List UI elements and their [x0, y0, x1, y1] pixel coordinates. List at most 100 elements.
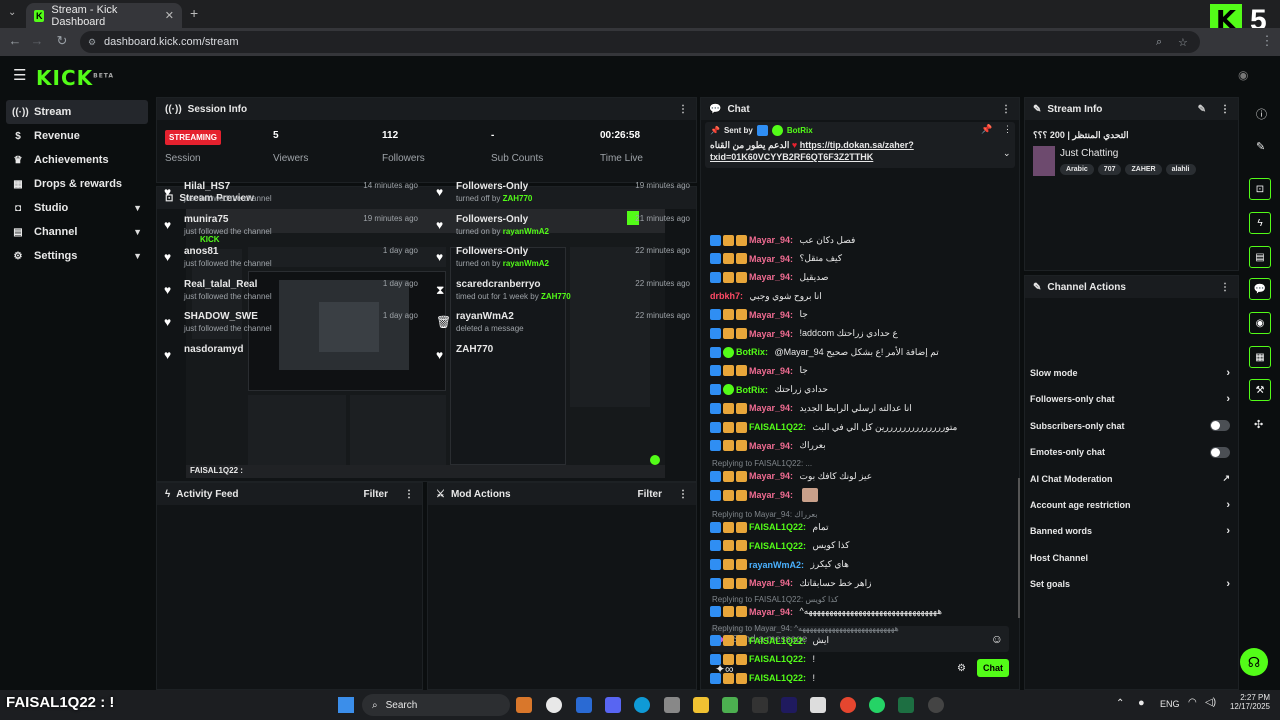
- discord-icon[interactable]: [605, 697, 621, 713]
- chat-username[interactable]: FAISAL1Q22:: [749, 636, 806, 646]
- mod-action-row[interactable]: ♥ ZAH770: [436, 344, 690, 374]
- chat-message[interactable]: Mayar_94:: [710, 488, 1010, 503]
- channel-action-row[interactable]: Banned words ›: [1030, 520, 1230, 542]
- whatsapp-icon[interactable]: [869, 697, 885, 713]
- chat-scrollbar[interactable]: [1018, 478, 1020, 618]
- more-options-icon[interactable]: ⋮: [404, 489, 414, 500]
- pinned-link[interactable]: https://tip.dokan.sa/zaher?: [800, 140, 914, 150]
- chrome-icon[interactable]: [546, 697, 562, 713]
- chat-message[interactable]: Mayar_94: جا: [710, 364, 1010, 378]
- chat-username[interactable]: Mayar_94:: [749, 471, 793, 481]
- toggle-switch[interactable]: [1210, 446, 1230, 458]
- chat-message[interactable]: FAISAL1Q22: تمام: [710, 520, 1010, 534]
- profile-avatar[interactable]: ◉: [1238, 68, 1248, 82]
- tab-search-icon[interactable]: ⌄: [8, 7, 16, 18]
- rail-button-scan-icon[interactable]: ⊡: [1249, 178, 1271, 200]
- reply-context[interactable]: Replying to FAISAL1Q22: كذا كويس: [712, 595, 838, 604]
- edge-icon[interactable]: [634, 697, 650, 713]
- activity-row[interactable]: ♥ Real_talal_Real just followed the channe…: [164, 279, 418, 309]
- channel-action-row[interactable]: Slow mode ›: [1030, 362, 1230, 384]
- chat-message[interactable]: drbkh7: انا بروح شوي وجبي: [710, 289, 1010, 303]
- chat-username[interactable]: Mayar_94:: [749, 366, 793, 376]
- channel-action-row[interactable]: Account age restriction ›: [1030, 494, 1230, 516]
- chat-username[interactable]: FAISAL1Q22:: [749, 541, 806, 551]
- rail-button-studio-icon[interactable]: ▦: [1249, 346, 1271, 368]
- hamburger-menu-icon[interactable]: ☰: [13, 66, 26, 84]
- reply-context[interactable]: Replying to Mayar_94: ^ههههههههههههههههه…: [712, 624, 899, 633]
- notepad-icon[interactable]: [810, 697, 826, 713]
- zoom-icon[interactable]: ⌕: [1156, 36, 1162, 49]
- chat-message[interactable]: Mayar_94: جا: [710, 308, 1010, 322]
- microphone-tray-icon[interactable]: ●: [1138, 697, 1145, 709]
- chat-username[interactable]: drbkh7:: [710, 291, 743, 301]
- edit-icon[interactable]: ✎: [1256, 140, 1265, 153]
- windows-start-icon[interactable]: [338, 697, 354, 713]
- mod-action-row[interactable]: ⧗ scaredcranberryo timed out for 1 week by…: [436, 279, 690, 309]
- sidebar-item-achievements[interactable]: ♛ Achievements: [6, 148, 148, 172]
- integrations-icon[interactable]: ✣: [1254, 418, 1263, 431]
- chat-message[interactable]: Mayar_94: زاهر خط حسابقاتك: [710, 576, 1010, 590]
- url-field[interactable]: ⚙ dashboard.kick.com/stream ⌕ ☆: [80, 31, 1200, 53]
- rail-button-stream-icon[interactable]: ◉: [1249, 312, 1271, 334]
- chat-message[interactable]: FAISAL1Q22: !: [710, 652, 1010, 666]
- pinned-message[interactable]: 📌 Sent by BotRix الدعم يطور من القناه ♥ …: [705, 122, 1015, 168]
- reply-context[interactable]: Replying to FAISAL1Q22: ...: [712, 459, 812, 468]
- chat-message[interactable]: FAISAL1Q22: كذا كويس: [710, 539, 1010, 553]
- more-options-icon[interactable]: ⋮: [1220, 282, 1230, 293]
- wifi-icon[interactable]: ◠: [1188, 697, 1197, 708]
- reload-icon[interactable]: ↻: [53, 33, 71, 49]
- chat-message[interactable]: rayanWmA2: هاي كيكرز: [710, 558, 1010, 572]
- sidebar-item-revenue[interactable]: $ Revenue: [6, 124, 148, 148]
- channel-action-row[interactable]: Emotes-only chat: [1030, 441, 1230, 463]
- mod-action-row[interactable]: ♥ Followers-Only turned off by ZAH770 19 mi…: [436, 181, 690, 211]
- chat-username[interactable]: Mayar_94:: [749, 235, 793, 245]
- sidebar-item-channel[interactable]: ▤ Channel ▼: [6, 220, 148, 244]
- chat-username[interactable]: FAISAL1Q22:: [749, 522, 806, 532]
- store-icon[interactable]: [664, 697, 680, 713]
- mod-action-row[interactable]: ♥ Followers-Only turned on by rayanWmA2 21 …: [436, 214, 690, 244]
- pinned-link-cont[interactable]: txid=01K60VCYYB2RF6QT6F3Z2TTHK: [710, 152, 873, 162]
- premiere-icon[interactable]: [781, 697, 797, 713]
- activity-row[interactable]: ♥ Hilal_HS7 just followed the channel 14 mi…: [164, 181, 418, 211]
- site-info-icon[interactable]: ⚙: [88, 37, 96, 48]
- activity-row[interactable]: ♥ anos81 just followed the channel 1 day ag…: [164, 246, 418, 276]
- tray-up-icon[interactable]: ⌃: [1116, 698, 1124, 709]
- chat-message[interactable]: FAISAL1Q22: ايش: [710, 634, 1010, 648]
- channel-action-row[interactable]: Host Channel: [1030, 547, 1230, 569]
- chat-username[interactable]: Mayar_94:: [749, 272, 793, 282]
- more-options-icon[interactable]: ⋮: [678, 489, 688, 500]
- chat-message[interactable]: FAISAL1Q22: !: [710, 671, 1010, 685]
- support-headset-icon[interactable]: ☊: [1240, 648, 1268, 676]
- chat-message[interactable]: Mayar_94: فصل دكان عب: [710, 233, 1010, 247]
- chevron-down-icon[interactable]: ⌄: [1003, 148, 1011, 159]
- language-indicator[interactable]: ENG: [1160, 699, 1180, 709]
- chat-username[interactable]: BotRix:: [736, 385, 768, 395]
- channel-action-row[interactable]: Set goals ›: [1030, 573, 1230, 595]
- browser-tab[interactable]: K Stream - Kick Dashboard ✕: [26, 3, 182, 28]
- chat-message[interactable]: Mayar_94: عيز لونك كافك بوت: [710, 469, 1010, 483]
- edit-icon[interactable]: ✎: [1198, 104, 1206, 115]
- chat-username[interactable]: Mayar_94:: [749, 310, 793, 320]
- reply-context[interactable]: Replying to Mayar_94: بعرراك: [712, 510, 817, 519]
- filter-button[interactable]: Filter: [364, 489, 388, 500]
- sidebar-item-stream[interactable]: ((·)) Stream: [6, 100, 148, 124]
- sidebar-item-studio[interactable]: ◘ Studio ▼: [6, 196, 148, 220]
- mod-action-row[interactable]: 🗑 rayanWmA2 deleted a message 22 minutes a…: [436, 311, 690, 341]
- obs-icon[interactable]: [928, 697, 944, 713]
- more-options-icon[interactable]: ⋮: [1220, 104, 1230, 115]
- activity-row[interactable]: ♥ munira75 just followed the channel 19 min…: [164, 214, 418, 244]
- more-options-icon[interactable]: ⋮: [1003, 124, 1012, 135]
- browser-menu-icon[interactable]: ⋮: [1258, 33, 1276, 49]
- excel-icon[interactable]: [898, 697, 914, 713]
- chat-message[interactable]: BotRix: حدادي زراحتك: [710, 383, 1010, 397]
- chat-username[interactable]: Mayar_94:: [749, 578, 793, 588]
- chat-username[interactable]: Mayar_94:: [749, 607, 793, 617]
- app-icon-1[interactable]: [516, 697, 532, 713]
- back-icon[interactable]: ←: [6, 33, 24, 48]
- new-tab-icon[interactable]: +: [190, 5, 198, 21]
- chat-username[interactable]: Mayar_94:: [749, 403, 793, 413]
- epic-games-icon[interactable]: [752, 697, 768, 713]
- sidebar-item-drops[interactable]: ▦ Drops & rewards: [6, 172, 148, 196]
- bookmark-star-icon[interactable]: ☆: [1178, 36, 1188, 49]
- unpin-icon[interactable]: 📌: [981, 124, 992, 135]
